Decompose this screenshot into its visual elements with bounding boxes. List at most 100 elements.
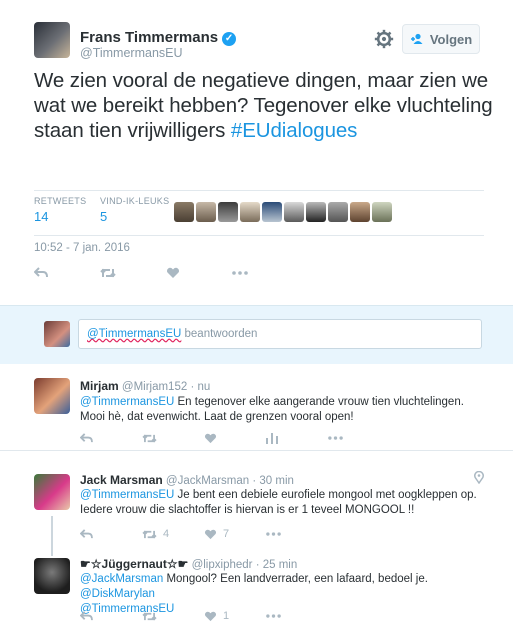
liker-avatar[interactable] (174, 202, 194, 222)
more-dots-icon (266, 532, 281, 536)
author-name[interactable]: Frans Timmermans ✓ (80, 29, 237, 46)
retweet-icon (142, 611, 157, 621)
reply-button[interactable] (80, 608, 142, 624)
reply-mention: @TimmermansEU (87, 328, 182, 340)
tweet-stats: RETWEETS 14 VIND-IK-LEUKS 5 (34, 190, 484, 236)
liker-avatar[interactable] (306, 202, 326, 222)
reply-input[interactable]: @TimmermansEU beantwoorden (78, 319, 482, 349)
more-dots-icon (266, 614, 281, 618)
reply-text: @TimmermansEU Je bent een debiele eurofi… (80, 488, 490, 518)
reply-avatar[interactable] (34, 558, 70, 594)
like-button[interactable] (204, 430, 266, 446)
reply-avatar[interactable] (34, 378, 70, 414)
mention-link[interactable]: @JackMarsman (80, 573, 163, 585)
liker-avatar[interactable] (262, 202, 282, 222)
like-button[interactable]: 1 (204, 608, 266, 624)
liker-avatar[interactable] (328, 202, 348, 222)
reply-author-name[interactable]: Mirjam (80, 379, 119, 393)
retweet-button[interactable] (142, 608, 204, 624)
likes-stat[interactable]: VIND-IK-LEUKS 5 (100, 196, 169, 224)
reply-button[interactable] (34, 263, 100, 283)
liker-avatar[interactable] (196, 202, 216, 222)
more-button[interactable] (232, 263, 298, 283)
heart-icon (166, 267, 180, 278)
reply-icon (34, 267, 48, 278)
reply-icon (80, 528, 93, 538)
like-button[interactable] (166, 263, 232, 283)
heart-icon (204, 611, 217, 621)
like-count: 1 (223, 610, 230, 622)
liker-avatar[interactable] (350, 202, 370, 222)
tweet-timestamp[interactable]: 10:52 - 7 jan. 2016 (34, 242, 130, 254)
reply-header: Jack Marsman @JackMarsman · 30 min (80, 473, 294, 487)
retweet-icon (142, 433, 157, 443)
reply-author-name[interactable]: ☛☆Jüggernaut☆☛ (80, 557, 188, 571)
reply-time[interactable]: · 30 min (252, 475, 294, 487)
reply-button[interactable] (80, 526, 142, 542)
like-button[interactable]: 7 (204, 526, 266, 542)
reply-icon (80, 610, 93, 620)
reply-actions: 4 7 (80, 526, 328, 542)
reply-author-handle[interactable]: @Mirjam152 (122, 381, 187, 393)
retweets-count[interactable]: 14 (34, 209, 86, 224)
retweet-icon (100, 268, 116, 278)
reply-header: ☛☆Jüggernaut☆☛ @lipxiphedr · 25 min (80, 557, 297, 571)
mention-link[interactable]: @TimmermansEU (80, 489, 174, 501)
liker-avatar[interactable] (284, 202, 304, 222)
retweet-icon (142, 529, 157, 539)
add-user-icon (410, 33, 423, 44)
heart-icon (204, 529, 217, 539)
current-user-avatar (44, 321, 70, 347)
reply-time[interactable]: · nu (190, 381, 210, 393)
author-handle[interactable]: @TimmermansEU (80, 46, 183, 60)
liker-avatar[interactable] (218, 202, 238, 222)
mention-link[interactable]: @TimmermansEU (80, 396, 174, 408)
reply-author-name[interactable]: Jack Marsman (80, 473, 163, 487)
more-dots-icon (328, 436, 343, 440)
reply-author-handle[interactable]: @JackMarsman (166, 475, 249, 487)
reply-placeholder: beantwoorden (181, 328, 258, 340)
liker-avatar[interactable] (240, 202, 260, 222)
heart-icon (204, 433, 217, 443)
follow-label: Volgen (429, 31, 473, 47)
more-dots-icon (232, 271, 248, 275)
reply-icon (80, 432, 93, 442)
verified-badge-icon: ✓ (222, 32, 237, 46)
reply-button[interactable] (80, 430, 142, 446)
retweet-button[interactable] (100, 263, 166, 283)
reply-actions (80, 430, 390, 446)
likes-count[interactable]: 5 (100, 209, 169, 224)
more-button[interactable] (266, 526, 328, 542)
mention-link[interactable]: @DiskMarylan (80, 588, 155, 600)
hashtag-link[interactable]: #EUdialogues (231, 119, 358, 142)
reply-header: Mirjam @Mirjam152 · nu (80, 379, 210, 393)
follow-button[interactable]: Volgen (402, 24, 480, 54)
reply-time[interactable]: · 25 min (256, 559, 298, 571)
likes-label: VIND-IK-LEUKS (100, 196, 170, 206)
reply-item[interactable]: Mirjam @Mirjam152 · nu @TimmermansEU En … (0, 364, 513, 451)
retweet-button[interactable] (142, 430, 204, 446)
retweet-button[interactable]: 4 (142, 526, 204, 542)
main-tweet: Frans Timmermans ✓ @TimmermansEU Volgen W… (0, 0, 513, 305)
conversation-thread: Jack Marsman @JackMarsman · 30 min @Timm… (0, 462, 513, 633)
author-avatar[interactable] (34, 22, 70, 58)
reply-actions: 1 (80, 608, 328, 624)
analytics-icon (266, 432, 278, 444)
liker-avatar[interactable] (372, 202, 392, 222)
reply-author-handle[interactable]: @lipxiphedr (192, 559, 253, 571)
gear-icon[interactable] (374, 29, 394, 49)
retweets-label: RETWEETS (34, 196, 87, 206)
analytics-button[interactable] (266, 430, 328, 446)
more-button[interactable] (328, 430, 390, 446)
retweet-count: 4 (163, 528, 170, 540)
reply-body: Mongool? Een landverrader, een lafaard, … (163, 573, 428, 585)
like-count: 7 (223, 528, 230, 540)
location-pin-icon[interactable] (474, 471, 484, 484)
thread-connector (51, 516, 53, 556)
tweet-actions (34, 263, 298, 283)
reply-avatar[interactable] (34, 474, 70, 510)
more-button[interactable] (266, 608, 328, 624)
reply-text: @TimmermansEU En tegenover elke aangeran… (80, 395, 490, 425)
author-name-text[interactable]: Frans Timmermans (80, 29, 218, 46)
retweets-stat[interactable]: RETWEETS 14 (34, 196, 86, 224)
